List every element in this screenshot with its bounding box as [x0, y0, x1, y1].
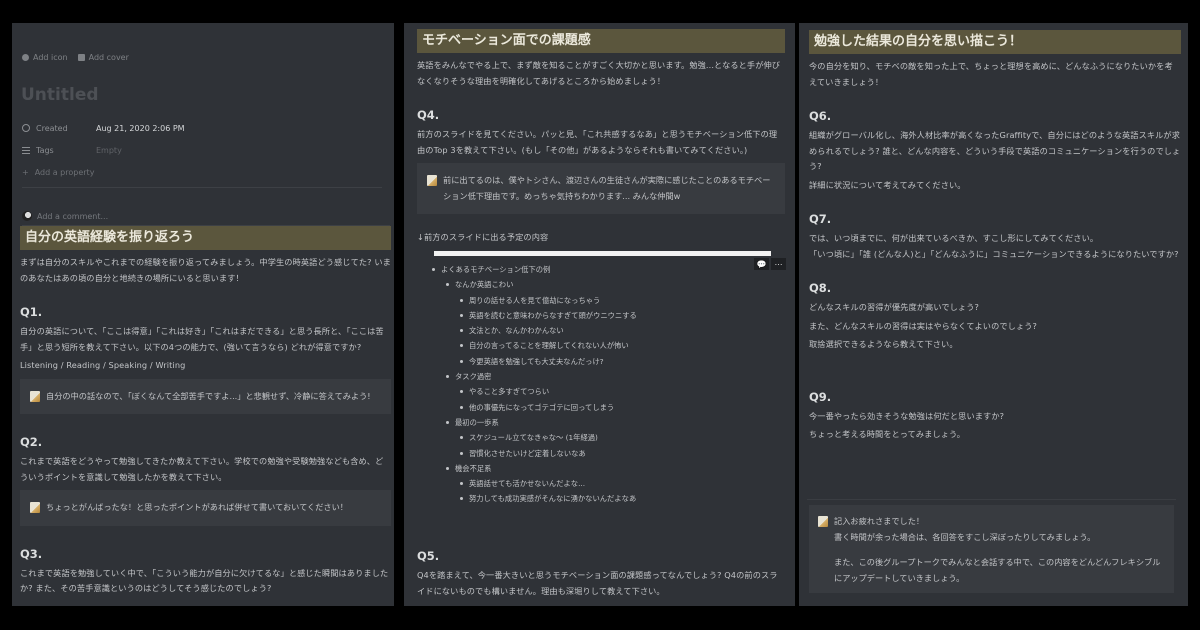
list-item: 習慣化させたいけど定着しないなあ: [417, 446, 637, 461]
property-tags[interactable]: Tags Empty: [22, 139, 382, 161]
list-item: 自分の言ってることを理解してくれない人が怖い: [417, 338, 637, 353]
list-item: スケジュール立てなきゃな〜 (1年経過): [417, 430, 637, 445]
memo-icon: [30, 502, 40, 513]
add-cover-button[interactable]: Add cover: [77, 53, 129, 62]
plus-icon: +: [22, 167, 29, 177]
closing-callout: 記入お疲れさまでした！ 書く時間が余った場合は、各回答をすこし深ぼったりしてみま…: [809, 505, 1174, 593]
list-item: 機会不足系: [417, 461, 637, 476]
question-text: 前方のスライドを見てください。パッと見、「これ共感するなあ」と思うモチベーション…: [417, 129, 778, 155]
memo-icon: [818, 516, 828, 527]
question-text: また、どんなスキルの習得は実はやらなくてよいのでしょう?: [809, 320, 1037, 331]
divider: [807, 499, 1176, 500]
section-intro: 英語をみんなでやる上で、まず敵を知ることがすごく大切かと思います。勉強...とな…: [417, 60, 781, 86]
clock-icon: [22, 124, 30, 132]
list-item: やること多すぎてつらい: [417, 384, 637, 399]
skills-list: Listening / Reading / Speaking / Writing: [20, 360, 186, 370]
section-heading: 自分の英語経験を振り返ろう: [20, 226, 391, 250]
question-text: Q4を踏まえて、今一番大きいと思うモチベーション面の課題感ってなんでしょう? Q…: [417, 570, 778, 596]
callout: 自分の中の話なので、「ぼくなんて全部苦手ですよ...」と悲観せず、冷静に答えてみ…: [20, 378, 391, 414]
list-item: 英語話せても活かせないんだよな...: [417, 476, 637, 491]
question-text: 今一番やったら効きそうな勉強は何だと思いますか?: [809, 410, 1005, 421]
list-item: タスク過密: [417, 369, 637, 384]
comment-icon[interactable]: 💬: [754, 258, 769, 270]
memo-icon: [30, 390, 40, 402]
section-intro: まずは自分のスキルやこれまでの経験を振り返ってみましょう。中学生の時英語どう感じ…: [20, 257, 391, 283]
property-created[interactable]: Created Aug 21, 2020 2:06 PM: [22, 117, 382, 139]
page-panel-future: 勉強した結果の自分を思い描こう！ 今の自分を知り、モチベの敵を知った上で、ちょっ…: [799, 23, 1188, 606]
question-text: どんなスキルの習得が優先度が高いでしょう?: [809, 302, 979, 312]
block-toolbar: 💬 ⋯: [754, 258, 786, 270]
question-label: Q5.: [417, 549, 440, 563]
memo-icon: [427, 175, 437, 186]
created-value: Aug 21, 2020 2:06 PM: [96, 123, 185, 133]
properties: Created Aug 21, 2020 2:06 PM Tags Empty …: [22, 117, 382, 192]
list-item: 周りの話せる人を見て億劫になっちゃう: [417, 293, 637, 308]
add-icon-button[interactable]: Add icon: [22, 53, 68, 62]
question-text: 自分の英語について、「ここは得意」「これは好き」「これはまだできる」と思う長所と…: [20, 326, 384, 352]
section-heading: 勉強した結果の自分を思い描こう！: [809, 30, 1181, 54]
question-label: Q2.: [20, 435, 43, 449]
list-item: 努力しても成功実感がそんなに湧かないんだよなあ: [417, 491, 637, 506]
slide-caption: ↓前方のスライドに出る予定の内容: [417, 232, 549, 242]
add-property-button[interactable]: + Add a property: [22, 161, 382, 183]
question-label: Q3.: [20, 546, 43, 561]
list-icon: [22, 146, 30, 154]
question-text: 組織がグローバル化し、海外人材比率が高くなったGraffityで、自分にはどのよ…: [809, 130, 1181, 171]
page-panel-reflect: Add icon Add cover Untitled Created Aug …: [12, 23, 394, 606]
page-panel-motivation: モチベーション面での課題感 英語をみんなでやる上で、まず敵を知ることがすごく大切…: [404, 23, 795, 606]
question-label: Q1.: [20, 305, 43, 319]
question-text: ちょっと考える時間をとってみましょう。: [809, 429, 966, 439]
list-item: 今更英語を勉強しても大丈夫なんだっけ?: [417, 354, 637, 369]
question-label: Q8.: [809, 281, 832, 295]
tags-value[interactable]: Empty: [96, 146, 122, 155]
question-text: 「いつ頃に」「誰 (どんな人)と」「どんなふうに」コミュニケーションできるように…: [809, 248, 1179, 259]
divider: [22, 187, 382, 188]
list-item: なんか英語こわい: [417, 277, 637, 292]
page-title[interactable]: Untitled: [21, 85, 99, 105]
callout: 前に出てるのは、僕やトシさん、渡辺さんの生徒さんが実際に感じたことのあるモチベー…: [417, 163, 785, 214]
list-item: 英語を読むと意味わからなすぎて頭がウニウニする: [417, 308, 637, 323]
question-text: これまで英語をどうやって勉強してきたか教えて下さい。学校での勉強や受験勉強なども…: [20, 456, 384, 482]
avatar: [22, 211, 32, 221]
list-item: 最初の一歩系: [417, 415, 637, 430]
section-heading: モチベーション面での課題感: [417, 29, 785, 53]
question-text: これまで英語を勉強していく中で、「こういう能力が自分に欠けてるな」と感じた瞬間は…: [20, 567, 389, 594]
question-text: 取捨選択できるようなら教えて下さい。: [809, 339, 958, 349]
list-item: 他の事優先になってゴテゴテに回ってしまう: [417, 400, 637, 415]
callout: ちょっとがんばったな！と思ったポイントがあれば併せて書いておいてください！: [20, 490, 391, 526]
question-label: Q6.: [809, 109, 832, 123]
question-label: Q7.: [809, 212, 832, 226]
question-label: Q4.: [417, 108, 440, 122]
list-item: よくあるモチベーション低下の例: [417, 262, 637, 277]
list-item: 文法とか、なんかわかんない: [417, 323, 637, 338]
question-label: Q9.: [809, 389, 832, 404]
section-intro: 今の自分を知り、モチベの敵を知った上で、ちょっと理想を高めに、どんなふうになりた…: [809, 61, 1173, 87]
add-comment-input[interactable]: Add a comment...: [22, 211, 108, 221]
more-icon[interactable]: ⋯: [771, 258, 786, 270]
smiley-icon: [22, 54, 29, 61]
embedded-slide[interactable]: [434, 251, 771, 256]
bullet-list: よくあるモチベーション低下の例 なんか英語こわい 周りの話せる人を見て億劫になっちゃ…: [417, 262, 637, 507]
page-top-actions: Add icon Add cover: [22, 53, 129, 62]
question-text: では、いつ頃までに、何が出来ているべきか、すこし形にしてみてください。: [809, 233, 1099, 243]
question-text: 詳細に状況について考えてみてください。: [809, 179, 966, 190]
image-icon: [77, 54, 85, 61]
